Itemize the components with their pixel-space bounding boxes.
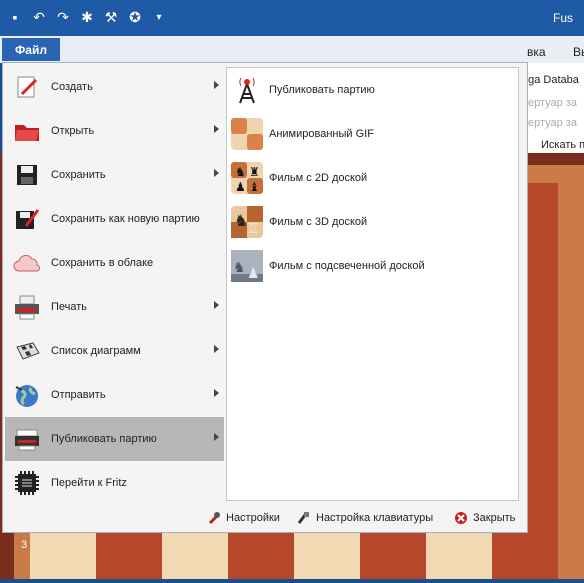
menu-item-save-as-new[interactable]: Сохранить как новую партию — [5, 197, 224, 241]
cloud-icon — [11, 247, 43, 279]
menu-item-diagram-list[interactable]: Список диаграмм — [5, 329, 224, 373]
dropdown-icon[interactable]: ▾ — [150, 8, 168, 26]
submenu-item-label: Анимированный GIF — [269, 128, 374, 140]
svg-text:♜: ♜ — [249, 165, 260, 179]
menu-item-label: Создать — [51, 81, 93, 93]
file-menu: Создать Открыть Сохранить Сохранить как … — [2, 62, 528, 533]
ribbon-tab-partial[interactable]: Вы — [573, 45, 584, 59]
menu-item-send[interactable]: Отправить — [5, 373, 224, 417]
close-icon — [454, 511, 468, 525]
printer-icon — [11, 291, 43, 323]
chevron-right-icon — [214, 125, 219, 133]
chevron-right-icon — [214, 301, 219, 309]
menu-item-create[interactable]: Создать — [5, 65, 224, 109]
repertoire-line: пертуар за — [522, 117, 577, 129]
submenu-item-movie-3d[interactable]: ♞ ♖ Фильм с 3D доской — [227, 200, 518, 244]
submenu-item-movie-lit[interactable]: ♞ ♟ Фильм с подсвеченной доской — [227, 244, 518, 288]
redo-icon[interactable]: ↷ — [54, 8, 72, 26]
undo-icon[interactable]: ↶ — [30, 8, 48, 26]
menu-item-publish[interactable]: Публиковать партию — [5, 417, 224, 461]
app-title: Fus — [553, 11, 574, 25]
menu-item-label: Публиковать партию — [51, 433, 157, 445]
file-tab[interactable]: Файл — [2, 38, 60, 61]
globe-icon — [11, 379, 43, 411]
menu-item-print[interactable]: Печать — [5, 285, 224, 329]
submenu-item-label: Фильм с 3D доской — [269, 216, 368, 228]
chevron-right-icon — [214, 169, 219, 177]
wrench-icon — [207, 511, 221, 525]
board-2d-icon: ♞ ♜ ♟ ♝ — [231, 162, 263, 194]
svg-text:♞: ♞ — [233, 259, 246, 275]
ribbon-tabs: Файл — [0, 36, 584, 63]
menu-item-label: Перейти к Fritz — [51, 477, 127, 489]
keyboard-settings-button[interactable]: Настройка клавиатуры — [297, 511, 433, 525]
svg-text:♖: ♖ — [247, 220, 260, 236]
svg-text:♟: ♟ — [247, 265, 260, 281]
diagram-list-icon — [11, 335, 43, 367]
settings-label: Настройки — [226, 512, 280, 524]
menu-item-label: Открыть — [51, 125, 95, 137]
tools-icon[interactable]: ⚒ — [102, 8, 120, 26]
menu-item-save[interactable]: Сохранить — [5, 153, 224, 197]
quick-access-toolbar: ▪ ↶ ↷ ✱ ⚒ ✪ ▾ — [6, 8, 168, 26]
settings-button[interactable]: Настройки — [207, 511, 280, 525]
close-label: Закрыть — [473, 512, 516, 524]
submenu-item-label: Публиковать партию — [269, 84, 375, 96]
lit-board-icon: ♞ ♟ — [231, 250, 263, 282]
menu-item-label: Список диаграмм — [51, 345, 141, 357]
bulb-icon[interactable]: ✪ — [126, 8, 144, 26]
svg-text:♞: ♞ — [235, 165, 246, 179]
menu-item-go-to-fritz[interactable]: Перейти к Fritz — [5, 461, 224, 505]
open-folder-icon — [11, 115, 43, 147]
create-icon — [11, 71, 43, 103]
close-button[interactable]: Закрыть — [454, 511, 515, 525]
save-new-icon — [11, 203, 43, 235]
keyboard-settings-label: Настройка клавиатуры — [316, 512, 434, 524]
menu-item-label: Печать — [51, 301, 88, 313]
save-icon — [11, 159, 43, 191]
board-3d-icon: ♞ ♖ — [231, 206, 263, 238]
publish-submenu: Публиковать партию Анимированный GIF ♞ ♜ ♟… — [226, 67, 519, 501]
menu-item-label: Сохранить как новую партию — [51, 213, 200, 225]
search-label[interactable]: Искать п — [541, 139, 584, 151]
repertoire-line: пертуар за — [522, 97, 577, 109]
file-menu-list: Создать Открыть Сохранить Сохранить как … — [5, 65, 224, 505]
menu-item-save-cloud[interactable]: Сохранить в облаке — [5, 241, 224, 285]
svg-text:♝: ♝ — [249, 180, 260, 194]
rank-label: 3 — [21, 539, 28, 551]
antenna-icon — [231, 74, 263, 106]
chevron-right-icon — [214, 81, 219, 89]
menu-item-open[interactable]: Открыть — [5, 109, 224, 153]
fritz-chip-icon — [11, 467, 43, 499]
chevron-right-icon — [214, 389, 219, 397]
submenu-item-publish-game[interactable]: Публиковать партию — [227, 68, 518, 112]
submenu-item-movie-2d[interactable]: ♞ ♜ ♟ ♝ Фильм с 2D доской — [227, 156, 518, 200]
submenu-item-label: Фильм с 2D доской — [269, 172, 368, 184]
title-bar: ▪ ↶ ↷ ✱ ⚒ ✪ ▾ Fus — [0, 0, 584, 36]
gif-board-icon — [231, 118, 263, 150]
keyboard-icon — [297, 511, 311, 525]
publish-icon — [11, 423, 43, 455]
chevron-right-icon — [214, 433, 219, 441]
file-menu-footer: Настройки Настройка клавиатуры Закрыть — [3, 505, 527, 533]
submenu-item-label: Фильм с подсвеченной доской — [269, 260, 425, 272]
menu-item-label: Сохранить — [51, 169, 106, 181]
menu-item-label: Сохранить в облаке — [51, 257, 154, 269]
menu-item-label: Отправить — [51, 389, 106, 401]
save-icon[interactable]: ▪ — [6, 8, 24, 26]
svg-text:♟: ♟ — [235, 180, 246, 194]
submenu-item-animated-gif[interactable]: Анимированный GIF — [227, 112, 518, 156]
ribbon-tab-partial[interactable]: вка — [527, 45, 546, 59]
bug-icon[interactable]: ✱ — [78, 8, 96, 26]
database-name: ega Databa — [522, 74, 579, 86]
chevron-right-icon — [214, 345, 219, 353]
